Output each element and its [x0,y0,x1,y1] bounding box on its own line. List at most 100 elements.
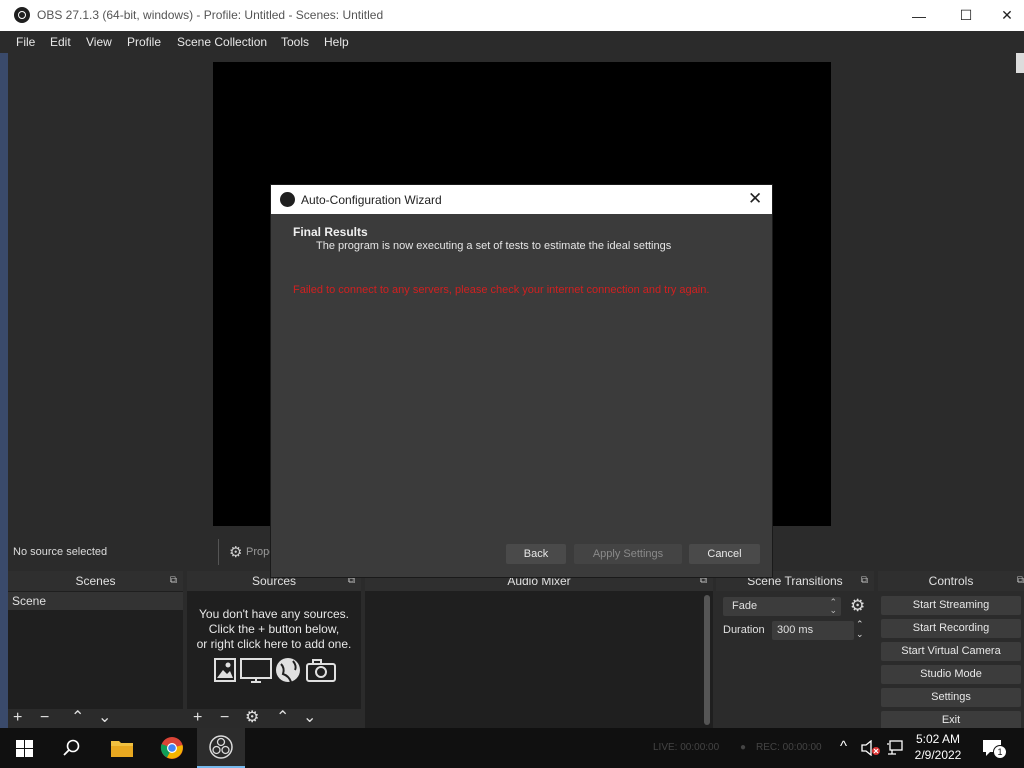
cancel-button[interactable]: Cancel [689,544,760,564]
wizard-title-bar[interactable]: Auto-Configuration Wizard ✕ [271,185,772,214]
obs-taskbar-button[interactable] [197,728,245,768]
duration-input[interactable]: 300 ms [772,621,854,640]
live-status: LIVE: 00:00:00 [653,742,720,753]
source-properties-gear-icon[interactable]: ⚙ [245,707,259,727]
controls-dock: Controls ⧉ Start Streaming Start Recordi… [878,571,1024,730]
search-button[interactable] [48,728,96,768]
scenes-toolbar: + − ⌃ ⌄ [8,709,183,729]
obs-logo-icon [280,192,295,207]
studio-mode-button[interactable]: Studio Mode [881,665,1021,684]
folder-icon [111,741,133,757]
sources-empty-line-3: or right click here to add one. [196,637,352,651]
float-dock-icon[interactable]: ⧉ [1017,571,1024,591]
sources-empty-line-1: You don't have any sources. [199,607,349,621]
window-title-bar[interactable]: OBS 27.1.3 (64-bit, windows) - Profile: … [0,0,1024,31]
wizard-heading: Final Results [293,225,368,239]
maximize-button[interactable]: ☐ [943,0,989,31]
settings-button[interactable]: Settings [881,688,1021,707]
menu-help[interactable]: Help [324,35,349,49]
clock[interactable]: 5:02 AM 2/9/2022 [906,731,970,763]
volume-muted-icon[interactable] [861,740,881,756]
scene-transitions-dock: Scene Transitions ⧉ Fade ⌃ ⌄ ⚙ Duration 3… [716,571,874,729]
controls-header: Controls ⧉ [878,571,1024,591]
duration-stepper-icon[interactable]: ⌃ ⌄ [856,619,864,639]
apply-settings-button[interactable]: Apply Settings [574,544,682,564]
scene-list-item[interactable]: Scene [8,592,183,610]
window-title: OBS 27.1.3 (64-bit, windows) - Profile: … [37,8,384,22]
transition-select-value: Fade [732,600,758,612]
windows-taskbar: LIVE: 00:00:00 ● REC: 00:00:00 ^ 5:02 AM… [0,728,1024,768]
scenes-dock: Scenes ⧉ Scene + − ⌃ ⌄ [8,571,183,729]
remove-source-icon[interactable]: − [220,709,229,727]
menu-tools[interactable]: Tools [281,35,309,49]
camera-icon [306,659,336,682]
wizard-title: Auto-Configuration Wizard [301,193,442,207]
no-source-label: No source selected [13,546,108,558]
float-dock-icon[interactable]: ⧉ [170,571,177,591]
chrome-icon [160,737,183,759]
start-virtual-camera-button[interactable]: Start Virtual Camera [881,642,1021,661]
minimize-button[interactable]: — [896,0,942,31]
move-down-icon[interactable]: ⌄ [98,707,111,727]
windows-logo-icon [15,739,33,757]
select-arrows-icon: ⌃ ⌄ [829,597,837,615]
network-icon[interactable] [886,740,904,756]
float-dock-icon[interactable]: ⧉ [861,571,868,591]
start-button[interactable] [0,728,48,768]
move-up-icon[interactable]: ⌃ [71,707,84,727]
clock-time: 5:02 AM [915,732,961,746]
desktop-background-strip [0,53,8,729]
duration-label: Duration [723,624,765,636]
scenes-list[interactable]: Scene [8,591,183,709]
sources-toolbar: + − ⚙ ⌃ ⌄ [187,709,361,729]
chrome-taskbar-button[interactable] [148,728,196,768]
start-recording-button[interactable]: Start Recording [881,619,1021,638]
source-type-icons [213,656,337,684]
menu-edit[interactable]: Edit [50,35,71,49]
controls-title: Controls [928,574,974,588]
wizard-close-button[interactable]: ✕ [748,189,762,209]
duration-input-value: 300 ms [777,624,814,636]
audio-mixer-scrollbar[interactable] [704,595,710,725]
auto-configuration-wizard-dialog: Auto-Configuration Wizard ✕ Final Result… [271,185,772,577]
back-button[interactable]: Back [506,544,566,564]
search-icon [63,739,80,756]
obs-logo-icon [14,7,30,23]
rec-status-icon: ● [740,742,747,753]
connection-error-message: Failed to connect to any servers, please… [293,284,710,296]
obs-icon [209,735,233,759]
add-scene-icon[interactable]: + [13,709,22,727]
clock-date: 2/9/2022 [914,748,962,762]
audio-mixer-dock: Audio Mixer ⧉ [365,571,713,729]
transition-select[interactable]: Fade ⌃ ⌄ [723,597,841,616]
menu-view[interactable]: View [86,35,112,49]
notifications-button[interactable]: 1 [982,739,1007,759]
gear-icon: ⚙ [229,544,243,561]
scenes-dock-header: Scenes ⧉ [8,571,183,591]
add-source-icon[interactable]: + [193,709,202,727]
start-streaming-button[interactable]: Start Streaming [881,596,1021,615]
menu-scene-collection[interactable]: Scene Collection [177,35,267,49]
move-up-icon[interactable]: ⌃ [276,707,289,727]
remove-scene-icon[interactable]: − [40,709,49,727]
sources-empty-line-2: Click the + button below, [208,622,340,636]
menu-profile[interactable]: Profile [127,35,161,49]
menu-file[interactable]: File [16,35,35,49]
audio-mixer-body [365,591,713,729]
rec-status: REC: 00:00:00 [756,742,822,753]
window-edge [1016,53,1024,73]
menu-bar: File Edit View Profile Scene Collection … [0,31,1024,53]
close-button[interactable]: ✕ [990,0,1024,31]
show-hidden-icons-chevron-icon[interactable]: ^ [840,738,847,755]
wizard-subtitle: The program is now executing a set of te… [316,240,672,252]
image-icon [214,658,236,682]
sources-dock: Sources ⧉ You don't have any sources. Cl… [187,571,361,729]
scenes-dock-title: Scenes [75,574,116,588]
transition-properties-gear-icon[interactable]: ⚙ [850,596,865,616]
browser-globe-icon [276,658,300,683]
file-explorer-taskbar-button[interactable] [98,728,146,768]
display-capture-icon [240,658,272,683]
move-down-icon[interactable]: ⌄ [303,707,316,727]
sources-list[interactable]: You don't have any sources. Click the + … [187,591,361,709]
notification-count-badge: 1 [993,745,1007,759]
